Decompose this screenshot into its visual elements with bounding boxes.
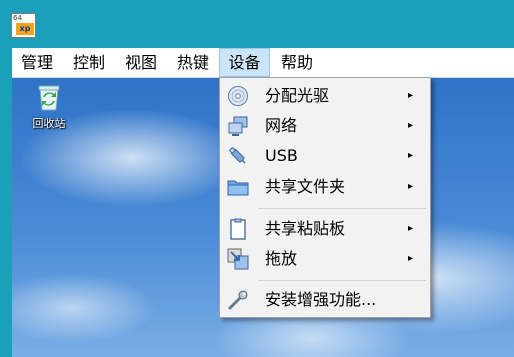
menu-separator [258,280,426,281]
usb-icon [227,145,249,167]
menu-item-label: 安装增强功能... [265,290,377,309]
app-icon-badge: xp [16,23,34,35]
menu-item-label: 网络 [265,116,298,135]
devices-dropdown-menu: 分配光驱 ▸ 网络 ▸ USB ▸ 共享文件夹 ▸ 共享粘贴板 ▸ 拖放 ▸ 安… [219,77,431,318]
menu-devices[interactable]: 设备 [219,48,270,77]
menu-control[interactable]: 控制 [64,48,114,77]
menu-view[interactable]: 视图 [116,48,166,77]
menu-item-install-guest-additions[interactable]: 安装增强功能... [221,286,429,314]
app-icon-text: 64 [13,14,22,22]
menu-hotkeys[interactable]: 热键 [168,48,218,77]
submenu-arrow-icon: ▸ [408,120,414,131]
menu-item-label: 共享文件夹 [265,177,346,196]
submenu-arrow-icon: ▸ [408,253,414,264]
menu-item-shared-folders[interactable]: 共享文件夹 ▸ [221,173,429,201]
submenu-arrow-icon: ▸ [408,90,414,101]
menu-separator [258,208,426,209]
recycle-bin[interactable]: 回收站 [24,83,74,131]
shared-folder-icon [227,176,249,198]
app-icon[interactable]: 64 xp [11,13,36,38]
submenu-arrow-icon: ▸ [408,181,414,192]
menu-item-usb[interactable]: USB ▸ [221,142,429,170]
title-bar: 64 xp [0,0,514,48]
menu-item-shared-clipboard[interactable]: 共享粘贴板 ▸ [221,215,429,243]
recycle-bin-icon [36,83,62,111]
menu-item-label: USB [265,146,298,165]
clipboard-icon [227,218,249,240]
submenu-arrow-icon: ▸ [408,223,414,234]
submenu-arrow-icon: ▸ [408,150,414,161]
wrench-icon [227,289,249,311]
menu-item-label: 共享粘贴板 [265,219,346,238]
menu-manage[interactable]: 管理 [12,48,62,77]
menu-item-network[interactable]: 网络 ▸ [221,112,429,140]
menu-help[interactable]: 帮助 [272,48,322,77]
menu-item-optical-drive[interactable]: 分配光驱 ▸ [221,82,429,110]
menu-bar: 管理 控制 视图 热键 设备 帮助 [12,48,514,78]
drag-drop-icon [227,248,249,270]
optical-disc-icon [227,85,249,107]
menu-item-drag-and-drop[interactable]: 拖放 ▸ [221,245,429,273]
menu-item-label: 拖放 [265,249,298,268]
network-icon [227,115,249,137]
menu-item-label: 分配光驱 [265,86,330,105]
recycle-bin-label: 回收站 [32,117,66,130]
